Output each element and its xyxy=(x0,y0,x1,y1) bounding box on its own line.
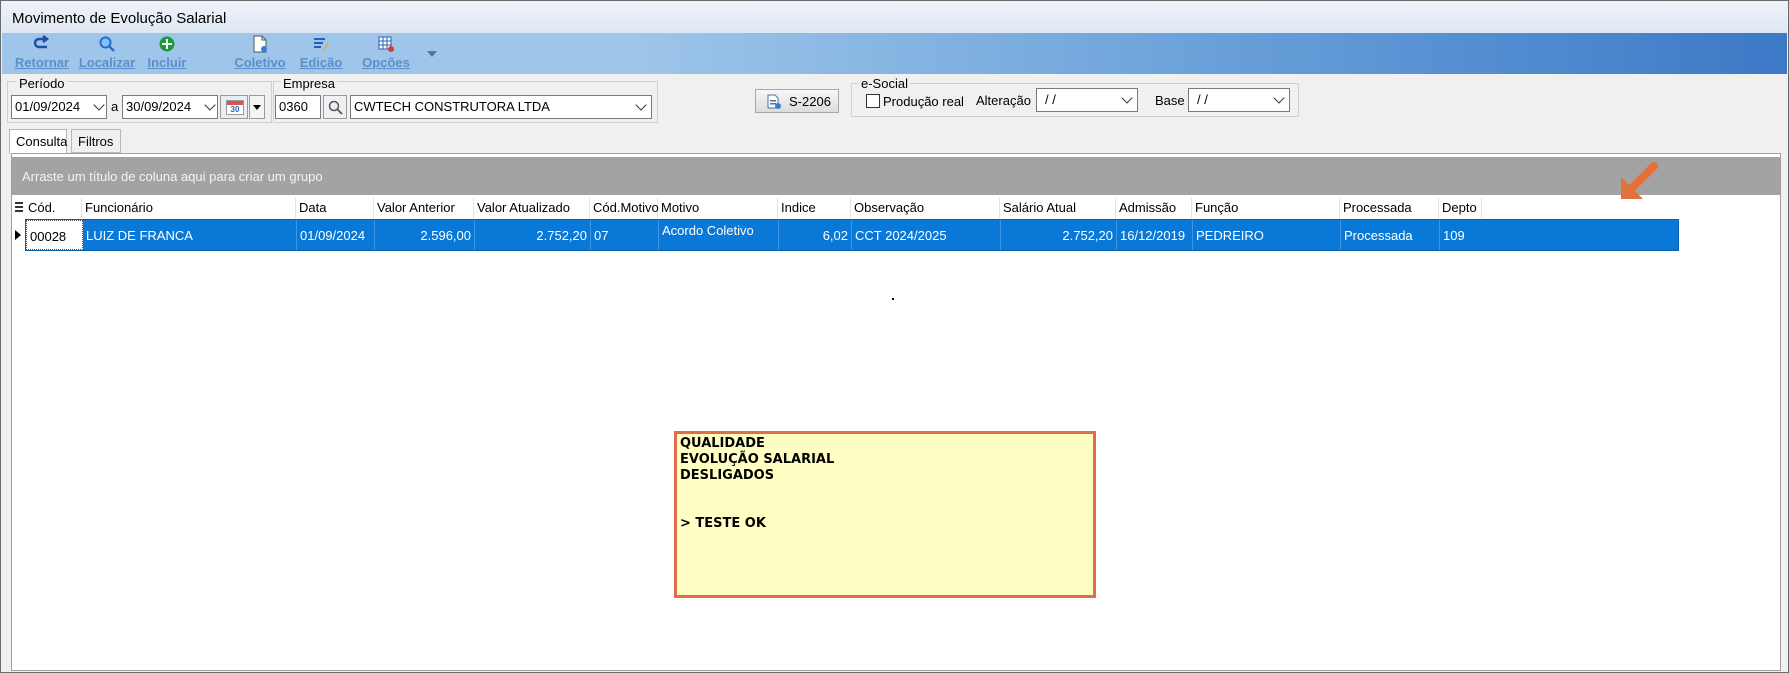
annotation-note: QUALIDADE EVOLUÇÃO SALARIAL DESLIGADOS >… xyxy=(674,431,1096,598)
cell-indice[interactable]: 6,02 xyxy=(779,220,852,250)
calendar-button[interactable]: 30 xyxy=(220,95,248,119)
calendar-dropdown-button[interactable] xyxy=(249,95,265,119)
edit-icon xyxy=(299,35,343,53)
cell-cod-motivo[interactable]: 07 xyxy=(591,220,659,250)
calendar-icon: 30 xyxy=(226,100,244,115)
opcoes-button[interactable]: Opções xyxy=(362,35,410,73)
column-header-cod[interactable]: Cód. xyxy=(25,198,82,218)
date-separator: a xyxy=(111,99,119,114)
date-to-field[interactable]: 30/09/2024 xyxy=(122,95,218,119)
cell-valor-anterior[interactable]: 2.596,00 xyxy=(375,220,475,250)
incluir-button[interactable]: Incluir xyxy=(145,35,189,73)
chevron-down-icon xyxy=(635,99,647,111)
return-arrow-icon xyxy=(12,35,72,53)
column-header-valor-anterior[interactable]: Valor Anterior xyxy=(374,198,474,218)
document-icon xyxy=(232,35,288,53)
options-grid-icon xyxy=(362,35,410,53)
cell-cod[interactable]: 00028 xyxy=(26,220,83,250)
esocial-label: e-Social xyxy=(859,76,910,91)
toolbar-dropdown-arrow-icon[interactable] xyxy=(427,51,437,57)
empresa-label: Empresa xyxy=(281,76,338,91)
coletivo-button[interactable]: Coletivo xyxy=(232,35,288,73)
triangle-down-icon xyxy=(253,105,261,110)
cell-observacao[interactable]: CCT 2024/2025 xyxy=(852,220,1001,250)
document-gear-icon xyxy=(767,94,781,109)
empresa-search-button[interactable] xyxy=(323,95,347,119)
retornar-button[interactable]: Retornar xyxy=(12,35,72,73)
column-chooser-icon[interactable] xyxy=(15,202,23,214)
row-indicator-icon xyxy=(15,230,21,240)
producao-real-label: Produção real xyxy=(883,94,964,109)
alteracao-label: Alteração xyxy=(976,93,1031,108)
column-header-salario-atual[interactable]: Salário Atual xyxy=(1000,198,1116,218)
column-header-depto[interactable]: Depto xyxy=(1439,198,1482,218)
alteracao-date-field[interactable]: / / xyxy=(1036,88,1138,112)
base-date-field[interactable]: / / xyxy=(1188,88,1290,112)
cell-processada[interactable]: Processada xyxy=(1341,220,1440,250)
toolbar: Retornar Localizar Incluir Coletivo Ediç… xyxy=(2,33,1787,74)
chevron-down-icon xyxy=(204,99,216,111)
table-row[interactable]: 00028 LUIZ DE FRANCA 01/09/2024 2.596,00… xyxy=(25,219,1679,251)
base-label: Base xyxy=(1155,93,1185,108)
search-icon xyxy=(328,100,343,115)
edicao-button[interactable]: Edição xyxy=(299,35,343,73)
date-from-field[interactable]: 01/09/2024 xyxy=(11,95,107,119)
column-header-processada[interactable]: Processada xyxy=(1340,198,1439,218)
column-header-observacao[interactable]: Observação xyxy=(851,198,1000,218)
cell-depto[interactable]: 109 xyxy=(1440,220,1478,250)
chevron-down-icon xyxy=(93,99,105,111)
localizar-button[interactable]: Localizar xyxy=(76,35,138,73)
cell-valor-atualizado[interactable]: 2.752,20 xyxy=(475,220,591,250)
periodo-label: Período xyxy=(17,76,67,91)
group-by-bar[interactable]: Arraste um título de coluna aqui para cr… xyxy=(12,157,1780,195)
column-header-valor-atualizado[interactable]: Valor Atualizado xyxy=(474,198,590,218)
column-header-funcionario[interactable]: Funcionário xyxy=(82,198,296,218)
cell-salario-atual[interactable]: 2.752,20 xyxy=(1001,220,1117,250)
column-header-motivo[interactable]: Motivo xyxy=(658,198,778,218)
empresa-code-field[interactable]: 0360 xyxy=(275,95,321,119)
producao-real-checkbox[interactable] xyxy=(866,94,880,108)
tab-filtros[interactable]: Filtros xyxy=(71,129,121,153)
title-bar: Movimento de Evolução Salarial xyxy=(2,2,1787,33)
chevron-down-icon xyxy=(1121,92,1133,104)
cell-data[interactable]: 01/09/2024 xyxy=(297,220,375,250)
window-title: Movimento de Evolução Salarial xyxy=(12,10,227,27)
tab-consulta[interactable]: Consulta xyxy=(9,129,67,154)
s2206-button[interactable]: S-2206 xyxy=(755,89,839,113)
column-header-data[interactable]: Data xyxy=(296,198,374,218)
annotation-arrow-icon xyxy=(1621,162,1658,199)
app-window: Movimento de Evolução Salarial Retornar … xyxy=(0,0,1789,673)
column-header-admissao[interactable]: Admissão xyxy=(1116,198,1192,218)
stray-dot xyxy=(892,298,894,300)
column-header-funcao[interactable]: Função xyxy=(1192,198,1340,218)
add-icon xyxy=(145,35,189,53)
cell-funcionario[interactable]: LUIZ DE FRANCA xyxy=(83,220,297,250)
empresa-name-select[interactable]: CWTECH CONSTRUTORA LTDA xyxy=(350,95,652,119)
cell-motivo[interactable]: Acordo Coletivo xyxy=(659,220,779,250)
chevron-down-icon xyxy=(1273,92,1285,104)
cell-funcao[interactable]: PEDREIRO xyxy=(1193,220,1341,250)
column-header-cod-motivo[interactable]: Cód.Motivo xyxy=(590,198,659,218)
cell-admissao[interactable]: 16/12/2019 xyxy=(1117,220,1193,250)
search-icon xyxy=(76,35,138,53)
column-header-indice[interactable]: Indice xyxy=(778,198,851,218)
